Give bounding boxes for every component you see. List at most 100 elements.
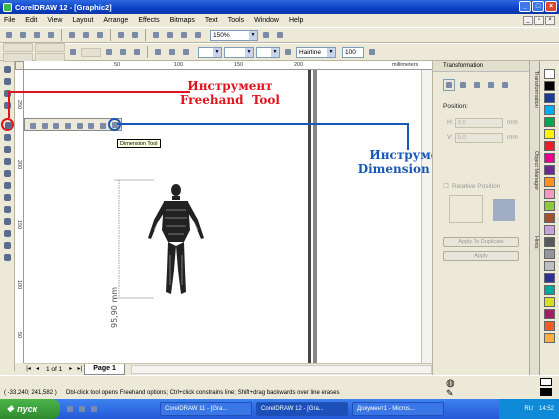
zoom-combo[interactable]: 150% ▼ (210, 29, 258, 41)
swatch-magenta[interactable] (544, 153, 555, 163)
h-input[interactable]: 0,0 (455, 118, 503, 128)
menu-layout[interactable]: Layout (72, 17, 93, 24)
anatomy-figure-image[interactable] (148, 184, 204, 294)
interactive-blend-tool-icon[interactable] (2, 204, 13, 215)
apply-button[interactable]: Apply (443, 251, 519, 261)
chevron-down-icon[interactable]: ▼ (249, 30, 257, 40)
outline-pen-icon[interactable] (282, 46, 294, 58)
shape-tool-icon[interactable] (2, 76, 13, 87)
bezier-icon[interactable] (39, 120, 49, 130)
app-launcher-icon[interactable] (178, 29, 190, 41)
last-page-button[interactable]: ▸| (75, 365, 84, 374)
menu-arrange[interactable]: Arrange (103, 17, 128, 24)
swatch-lime[interactable] (544, 201, 555, 211)
rotate-icon[interactable] (103, 46, 115, 58)
maximize-button[interactable]: □ (532, 1, 544, 12)
eyedropper-tool-icon[interactable] (2, 216, 13, 227)
scale-mode-icon[interactable] (471, 79, 483, 91)
undo-icon[interactable] (115, 29, 127, 41)
new-icon[interactable] (3, 29, 15, 41)
minimize-button[interactable]: _ (519, 1, 531, 12)
menu-edit[interactable]: Edit (25, 17, 37, 24)
horizontal-scrollbar[interactable] (130, 365, 432, 374)
corel-online-icon[interactable] (192, 29, 204, 41)
lock-ratio-icon[interactable] (67, 46, 79, 58)
menu-view[interactable]: View (47, 17, 62, 24)
rotate-mode-icon[interactable] (457, 79, 469, 91)
outline-color-swatch[interactable] (540, 388, 552, 396)
pen-icon[interactable] (62, 120, 72, 130)
swatch-gray[interactable] (544, 249, 555, 259)
chevron-down-icon[interactable]: ▼ (213, 47, 221, 57)
dimension-tool-icon[interactable] (108, 118, 121, 131)
smoothing-slider-icon[interactable] (366, 46, 378, 58)
zoom-tool-icon[interactable] (2, 100, 13, 111)
ruler-corner[interactable] (15, 61, 24, 70)
swatch-maroon[interactable] (544, 309, 555, 319)
fill-tool-icon[interactable] (2, 240, 13, 251)
close-button[interactable]: × (545, 1, 557, 12)
outline-width-combo[interactable]: Hairline ▼ (296, 46, 336, 58)
swatch-blue[interactable] (544, 273, 555, 283)
chevron-down-icon[interactable]: ▼ (271, 47, 279, 57)
clock[interactable]: 14:52 (539, 406, 554, 412)
skew-mode-icon[interactable] (499, 79, 511, 91)
swatch-dark-gray[interactable] (544, 237, 555, 247)
swatch-red-orange[interactable] (544, 321, 555, 331)
start-arrow-icon[interactable] (152, 46, 164, 58)
tab-hints[interactable]: Hints (531, 236, 539, 249)
vertical-ruler[interactable]: 250 200 150 100 50 (15, 70, 24, 363)
snap-icon[interactable] (274, 29, 286, 41)
mirror-v-icon[interactable] (131, 46, 143, 58)
smoothing-field[interactable]: 100 (342, 46, 364, 58)
basic-shapes-tool-icon[interactable] (2, 180, 13, 191)
swatch-cyan[interactable] (544, 105, 555, 115)
smart-fill-tool-icon[interactable] (2, 132, 13, 143)
doc-restore-button[interactable]: ▫ (534, 16, 544, 25)
interactive-connector-icon[interactable] (97, 120, 107, 130)
chevron-down-icon[interactable]: ▼ (327, 47, 335, 57)
menu-window[interactable]: Window (254, 17, 279, 24)
outline-indicator-icon[interactable]: ✎ (446, 388, 454, 399)
export-icon[interactable] (164, 29, 176, 41)
line-style-icon[interactable] (166, 46, 178, 58)
swatch-orange[interactable] (544, 177, 555, 187)
freehand-icon[interactable] (27, 120, 37, 130)
cut-icon[interactable] (66, 29, 78, 41)
print-icon[interactable] (45, 29, 57, 41)
swatch-gold[interactable] (544, 333, 555, 343)
menu-bitmaps[interactable]: Bitmaps (170, 17, 195, 24)
redo-icon[interactable] (129, 29, 141, 41)
pick-tool-icon[interactable] (2, 64, 13, 75)
three-point-curve-icon[interactable] (85, 120, 95, 130)
menu-tools[interactable]: Tools (228, 17, 244, 24)
open-icon[interactable] (17, 29, 29, 41)
doc-close-button[interactable]: × (545, 16, 555, 25)
outline-tool-icon[interactable] (2, 228, 13, 239)
swatch-none[interactable] (544, 69, 555, 79)
quicklaunch-icon[interactable] (76, 403, 88, 415)
swatch-navy[interactable] (544, 93, 555, 103)
fill-color-swatch[interactable] (540, 378, 552, 386)
end-arrow-icon[interactable] (180, 46, 192, 58)
anchor-grid[interactable] (449, 195, 483, 223)
prev-page-button[interactable]: ◂ (33, 365, 42, 374)
doc-minimize-button[interactable]: _ (523, 16, 533, 25)
swatch-yellow[interactable] (544, 129, 555, 139)
freehand-tool-icon[interactable] (1, 118, 14, 131)
polygon-tool-icon[interactable] (2, 168, 13, 179)
rectangle-tool-icon[interactable] (2, 144, 13, 155)
start-arrowhead-combo[interactable]: ▼ (198, 46, 222, 58)
size-mode-icon[interactable] (485, 79, 497, 91)
end-arrowhead-combo[interactable]: ▼ (256, 46, 280, 58)
swatch-light-gray[interactable] (544, 261, 555, 271)
drawing-canvas[interactable]: 95,90 mm (24, 70, 421, 363)
apply-to-duplicate-button[interactable]: Apply To Duplicate (443, 237, 519, 247)
tab-object-manager[interactable]: Object Manager (531, 151, 539, 190)
swatch-pink[interactable] (544, 189, 555, 199)
vertical-scrollbar[interactable] (421, 70, 432, 363)
v-input[interactable]: 0,0 (455, 133, 503, 143)
taskbar-item-coreldraw11[interactable]: CorelDRAW 11 - [Gra... (160, 402, 252, 416)
start-button[interactable]: ❖ пуск (0, 399, 60, 419)
swatch-purple[interactable] (544, 165, 555, 175)
